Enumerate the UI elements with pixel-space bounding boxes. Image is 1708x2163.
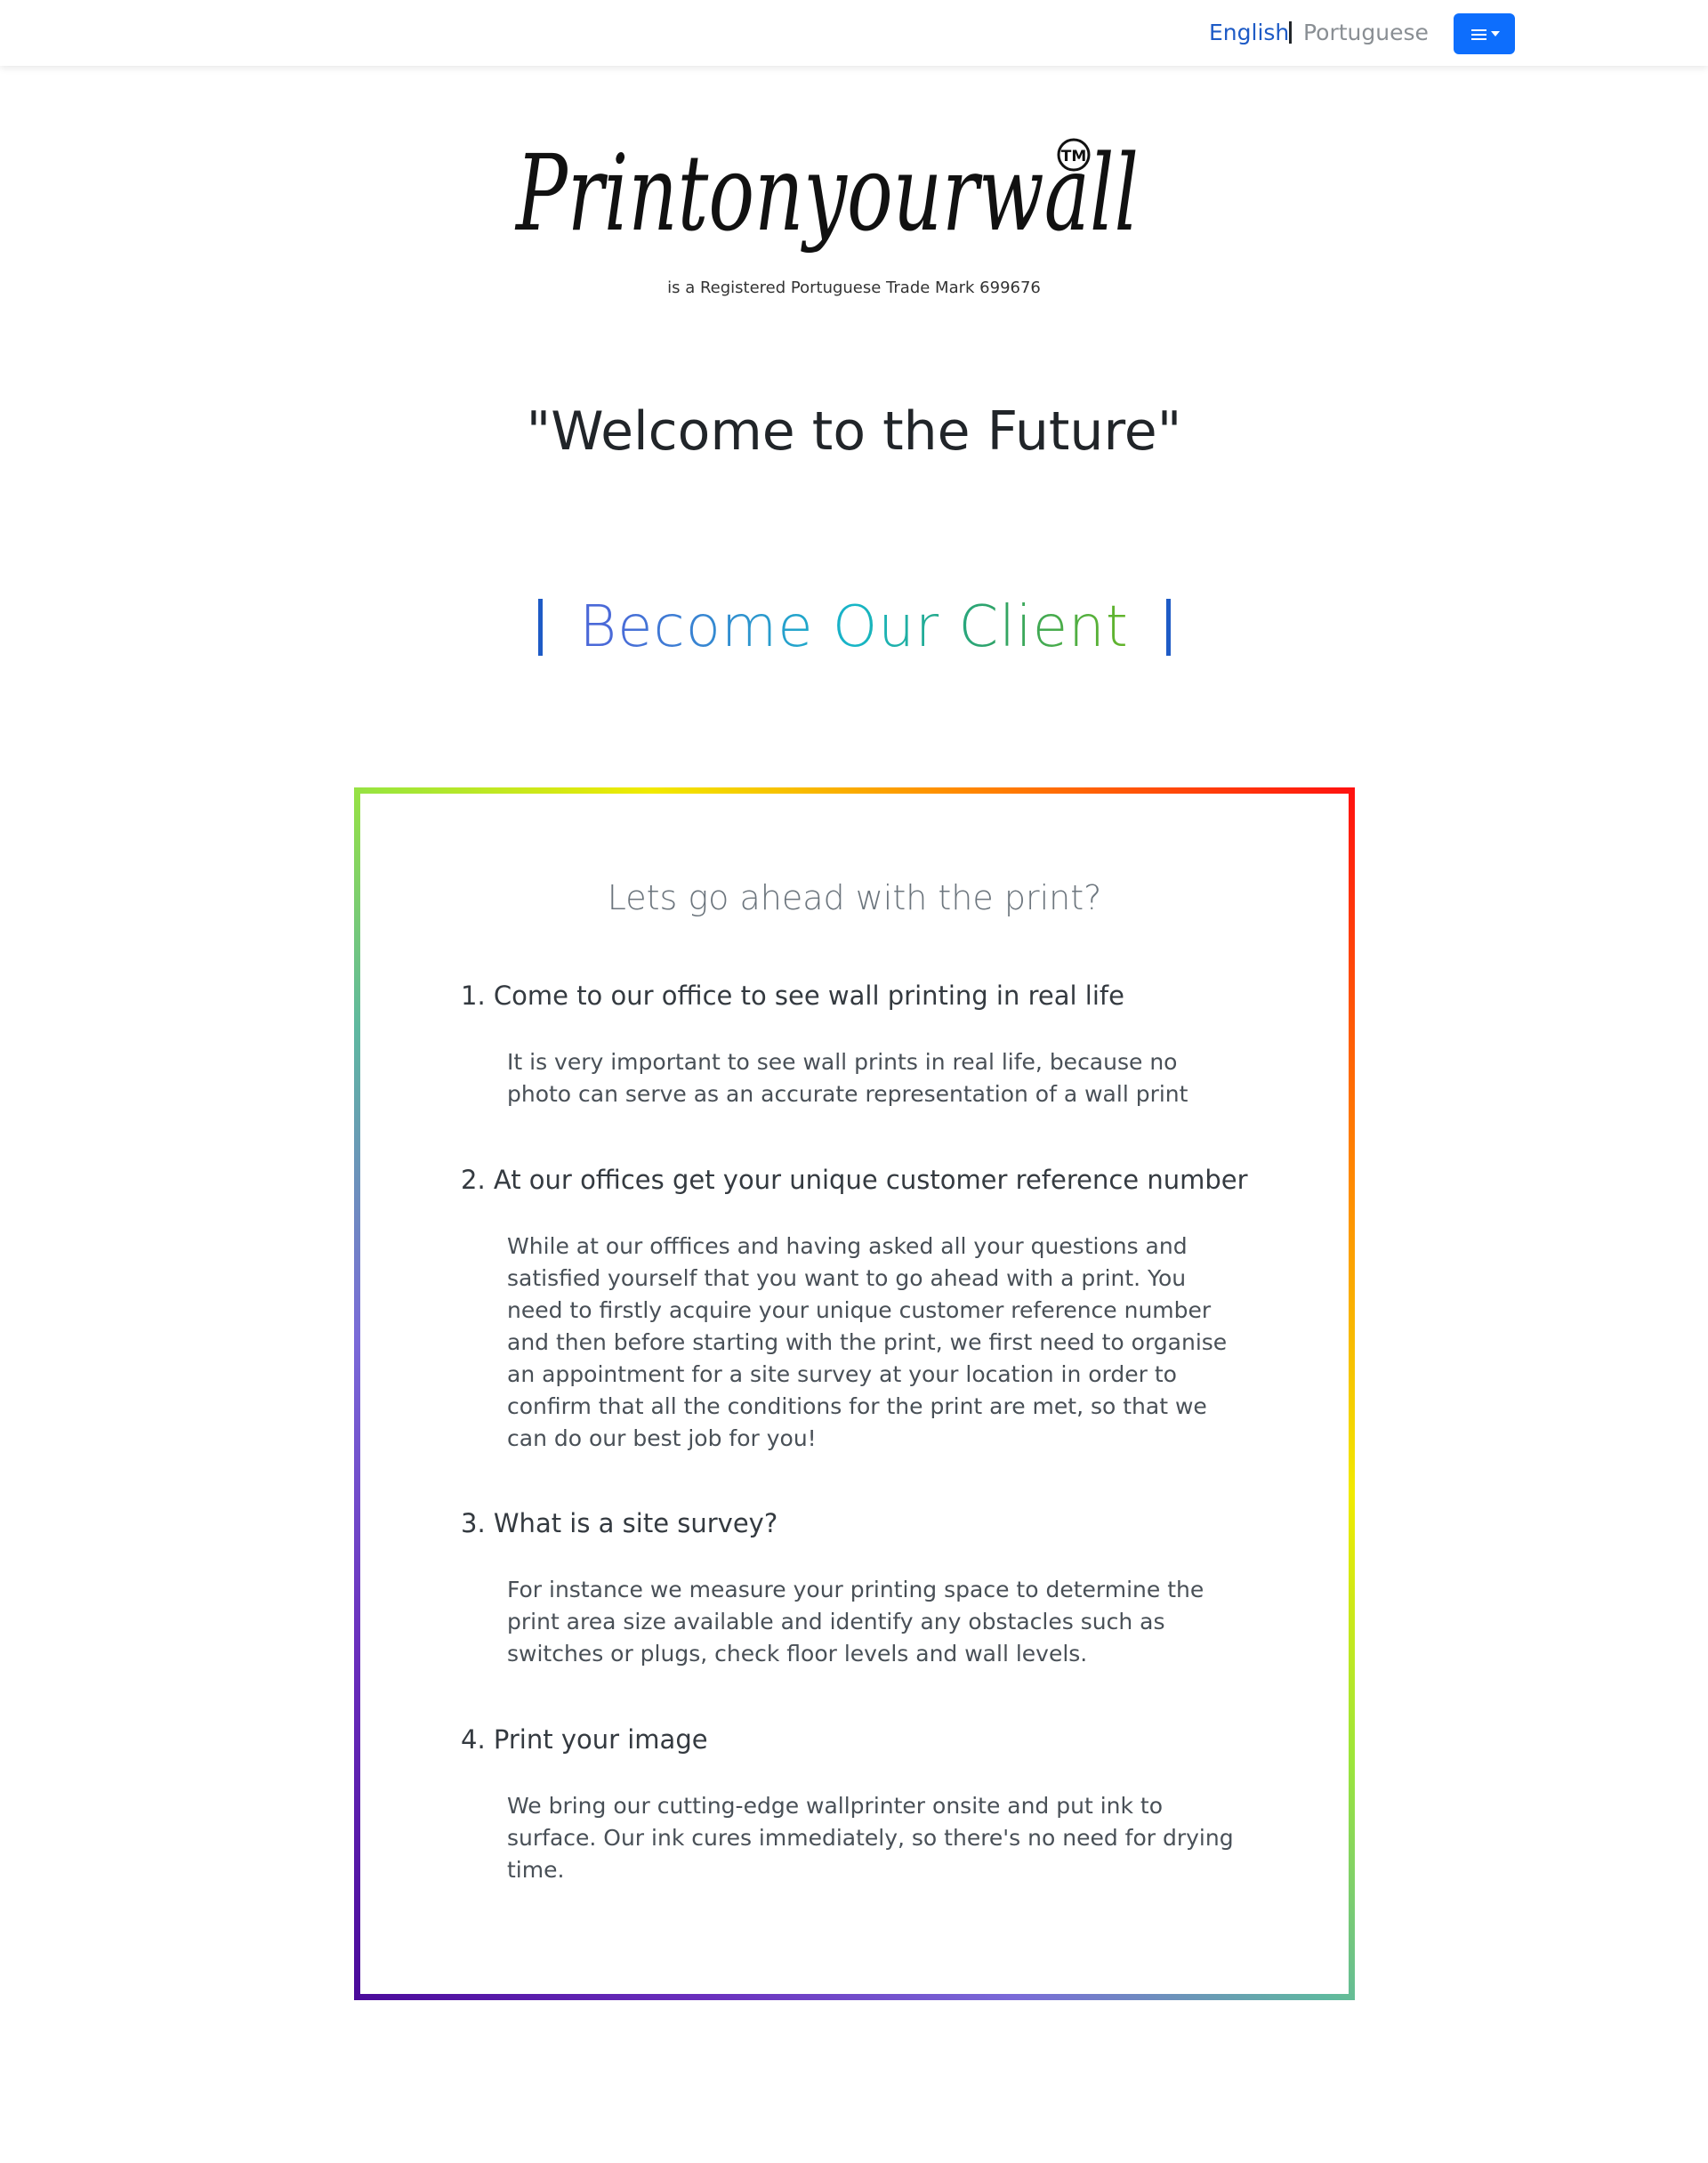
top-navbar: English Portuguese <box>0 0 1708 66</box>
print-steps-box: Lets go ahead with the print? 1. Come to… <box>354 787 1355 2000</box>
language-english-link[interactable]: English <box>1209 20 1289 45</box>
printonyourwall-logo[interactable]: Printonyourwall TM <box>507 114 1201 274</box>
trademark-label: TM <box>1061 148 1087 165</box>
become-word: Become <box>579 594 814 660</box>
box-title: Lets go ahead with the print? <box>607 878 1102 917</box>
heading-bracket-right <box>1166 599 1171 656</box>
menu-toggle-button[interactable] <box>1454 13 1515 54</box>
step-1-body: It is very important to see wall prints … <box>507 1049 1188 1107</box>
step-1-title: 1. Come to our office to see wall printi… <box>461 981 1124 1011</box>
step-4-title: 4. Print your image <box>461 1724 708 1755</box>
our-word: Our <box>832 594 940 660</box>
step-2-title: 2. At our offices get your unique custom… <box>461 1165 1248 1195</box>
language-portuguese-link[interactable]: Portuguese <box>1303 20 1429 45</box>
hamburger-menu-icon <box>1471 29 1486 40</box>
step-2-body: While at our offfices and having asked a… <box>507 1233 1228 1451</box>
logo-wordmark: Printonyourwall <box>515 132 1139 254</box>
caret-down-icon <box>1491 31 1500 36</box>
step-3-title: 3. What is a site survey? <box>461 1508 778 1538</box>
trademark-registration-note: is a Registered Portuguese Trade Mark 69… <box>667 278 1041 297</box>
become-our-client-heading: Become Our Client <box>0 594 1708 660</box>
welcome-heading: "Welcome to the Future" <box>526 400 1182 463</box>
step-3-body: For instance we measure your printing sp… <box>507 1577 1204 1667</box>
step-4-body: We bring our cutting-edge wallprinter on… <box>507 1793 1234 1883</box>
language-separator <box>1289 21 1292 44</box>
client-word: Client <box>958 594 1129 660</box>
